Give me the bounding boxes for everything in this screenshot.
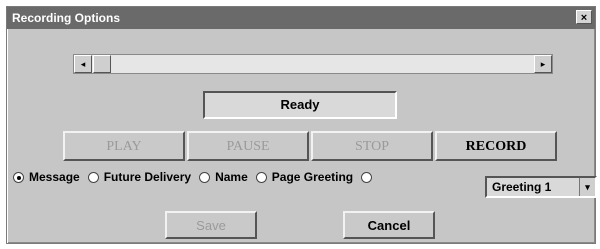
status-display: Ready <box>203 91 397 119</box>
radio-button[interactable] <box>13 172 24 183</box>
playback-scrollbar[interactable]: ◂ ▸ <box>73 54 553 74</box>
radio-button[interactable] <box>199 172 210 183</box>
scroll-left-arrow-icon[interactable]: ◂ <box>74 55 92 73</box>
option-label: Page Greeting <box>272 170 353 184</box>
greeting-select-value: Greeting 1 <box>492 180 551 194</box>
scroll-thumb[interactable] <box>93 55 111 73</box>
dropdown-arrow-icon[interactable]: ▾ <box>579 178 595 196</box>
radio-button[interactable] <box>88 172 99 183</box>
greeting-select[interactable]: Greeting 1 ▾ <box>485 176 597 198</box>
save-button[interactable]: Save <box>165 211 257 239</box>
title-bar: Recording Options × <box>7 7 595 29</box>
option-label: Future Delivery <box>104 170 191 184</box>
recording-type-options: Message Future Delivery Name Page Greeti… <box>13 170 385 184</box>
play-button[interactable]: PLAY <box>63 131 185 161</box>
window-title: Recording Options <box>12 11 120 25</box>
scroll-right-arrow-icon[interactable]: ▸ <box>534 55 552 73</box>
option-future-delivery[interactable]: Future Delivery <box>88 170 191 184</box>
close-button[interactable]: × <box>576 10 592 24</box>
option-greeting[interactable] <box>361 172 377 183</box>
pause-button[interactable]: PAUSE <box>187 131 309 161</box>
record-button[interactable]: RECORD <box>435 131 557 161</box>
recording-options-dialog: Recording Options × ◂ ▸ Ready PLAY PAUSE… <box>6 6 596 244</box>
radio-button[interactable] <box>256 172 267 183</box>
option-page-greeting[interactable]: Page Greeting <box>256 170 353 184</box>
option-label: Name <box>215 170 248 184</box>
cancel-button[interactable]: Cancel <box>343 211 435 239</box>
radio-button[interactable] <box>361 172 372 183</box>
option-label: Message <box>29 170 80 184</box>
option-name[interactable]: Name <box>199 170 248 184</box>
stop-button[interactable]: STOP <box>311 131 433 161</box>
option-message[interactable]: Message <box>13 170 80 184</box>
